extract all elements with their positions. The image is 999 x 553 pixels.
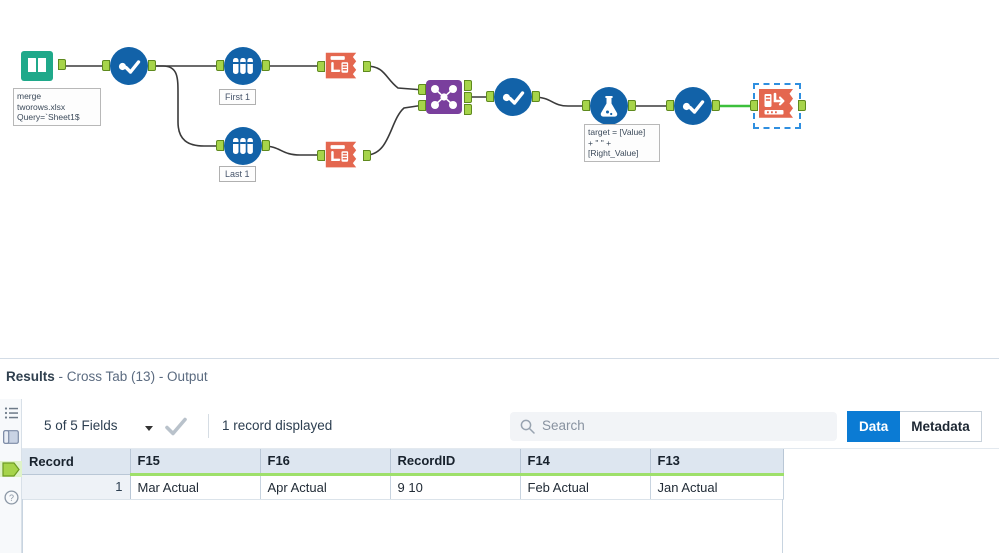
results-toolbar: 5 of 5 Fields 1 record displayed Search …: [22, 405, 999, 449]
connection-lines: [58, 65, 756, 156]
results-table[interactable]: Record F15 F16 RecordID F14 F13 1 Mar Ac…: [22, 449, 999, 553]
tool-select-3[interactable]: [666, 87, 720, 125]
results-side-rail: ?: [0, 399, 22, 553]
sample-icon: [224, 47, 262, 85]
table-empty-area: [22, 499, 783, 553]
join-join-output-anchor[interactable]: [464, 92, 472, 103]
data-metadata-toggle[interactable]: Data Metadata: [847, 411, 982, 442]
cell-f16: Apr Actual: [260, 474, 391, 500]
input-anchor[interactable]: [317, 150, 325, 161]
tool-select-1[interactable]: [102, 47, 156, 85]
svg-text:?: ?: [8, 493, 13, 503]
panel-icon[interactable]: [3, 429, 19, 445]
input-anchor[interactable]: [750, 100, 758, 111]
sample-icon: [224, 127, 262, 165]
input-anchor[interactable]: [666, 100, 674, 111]
output-anchor[interactable]: [798, 100, 806, 111]
book-icon: [18, 46, 56, 84]
tool-join[interactable]: [418, 79, 472, 115]
input-anchor[interactable]: [486, 91, 494, 102]
output-anchor[interactable]: [532, 91, 540, 102]
tool-sample-last[interactable]: [216, 127, 270, 165]
col-header-f15[interactable]: F15: [130, 449, 261, 476]
input-anchor[interactable]: [102, 60, 110, 71]
search-icon: [520, 419, 535, 439]
tool-crosstab[interactable]: [750, 86, 806, 126]
crosstab-icon: [756, 86, 798, 126]
chevron-down-icon[interactable]: [145, 426, 153, 431]
tool-transpose-1[interactable]: [317, 48, 371, 86]
results-title-rest: - Cross Tab (13) - Output: [54, 369, 208, 384]
input-anchor[interactable]: [216, 60, 224, 71]
results-pane: Results - Cross Tab (13) - Output ? 5 of…: [0, 358, 999, 553]
output-anchor[interactable]: [363, 61, 371, 72]
input-anchor[interactable]: [216, 140, 224, 151]
data-table: Record F15 F16 RecordID F14 F13 1 Mar Ac…: [22, 449, 784, 500]
col-header-f14[interactable]: F14: [520, 449, 651, 476]
workflow-canvas[interactable]: merge tworows.xlsx Query=`Sheet1$ First …: [0, 0, 999, 358]
transpose-icon: [322, 48, 360, 86]
table-header-row: Record F15 F16 RecordID F14 F13: [22, 449, 784, 476]
results-title: Results - Cross Tab (13) - Output: [6, 369, 208, 384]
output-anchor[interactable]: [148, 60, 156, 71]
input-anchor[interactable]: [582, 100, 590, 111]
input-anchor[interactable]: [317, 61, 325, 72]
cell-f14: Feb Actual: [520, 474, 651, 500]
output-anchor-icon[interactable]: [0, 461, 22, 477]
join-right-output-anchor[interactable]: [464, 104, 472, 115]
help-icon[interactable]: ?: [3, 489, 19, 505]
output-anchor[interactable]: [628, 100, 636, 111]
tool-sample-first[interactable]: [216, 47, 270, 85]
record-count-label: 1 record displayed: [222, 418, 333, 433]
join-join-input-anchor[interactable]: [418, 100, 426, 111]
results-title-bold: Results: [6, 369, 55, 384]
check-icon: [674, 87, 712, 125]
col-header-record[interactable]: Record: [22, 449, 131, 475]
tab-data[interactable]: Data: [847, 411, 901, 442]
tool-select-2[interactable]: [486, 78, 540, 116]
cell-record: 1: [22, 474, 131, 500]
sample-first-label: First 1: [219, 89, 257, 105]
output-anchor[interactable]: [58, 59, 66, 70]
search-placeholder: Search: [542, 418, 585, 433]
col-header-f13[interactable]: F13: [650, 449, 784, 476]
transpose-icon: [322, 137, 360, 175]
flask-icon: [590, 87, 628, 125]
fields-selector-label[interactable]: 5 of 5 Fields: [44, 418, 118, 433]
formula-annotation: target = [Value] + " " + [Right_Value]: [584, 124, 660, 162]
table-row[interactable]: 1 Mar Actual Apr Actual 9 10 Feb Actual …: [22, 474, 784, 500]
apply-check-icon[interactable]: [165, 417, 187, 442]
cell-recordid: 9 10: [390, 474, 521, 500]
tool-transpose-2[interactable]: [317, 137, 371, 175]
search-input[interactable]: Search: [510, 412, 837, 441]
input-annotation: merge tworows.xlsx Query=`Sheet1$: [13, 88, 101, 126]
toolbar-divider: [208, 414, 209, 438]
join-left-output-anchor[interactable]: [464, 80, 472, 91]
output-anchor[interactable]: [262, 140, 270, 151]
col-header-f16[interactable]: F16: [260, 449, 391, 476]
tab-metadata[interactable]: Metadata: [900, 411, 982, 442]
col-header-recordid[interactable]: RecordID: [390, 449, 521, 476]
check-icon: [494, 78, 532, 116]
cell-f13: Jan Actual: [650, 474, 784, 500]
sample-last-label: Last 1: [219, 166, 256, 182]
output-anchor[interactable]: [712, 100, 720, 111]
join-left-input-anchor[interactable]: [418, 84, 426, 95]
cell-f15: Mar Actual: [130, 474, 261, 500]
join-icon: [424, 79, 464, 115]
list-icon[interactable]: [3, 405, 19, 421]
output-anchor[interactable]: [262, 60, 270, 71]
output-anchor[interactable]: [363, 150, 371, 161]
tool-input-data[interactable]: [18, 46, 66, 84]
check-icon: [110, 47, 148, 85]
tool-formula[interactable]: [582, 87, 636, 125]
